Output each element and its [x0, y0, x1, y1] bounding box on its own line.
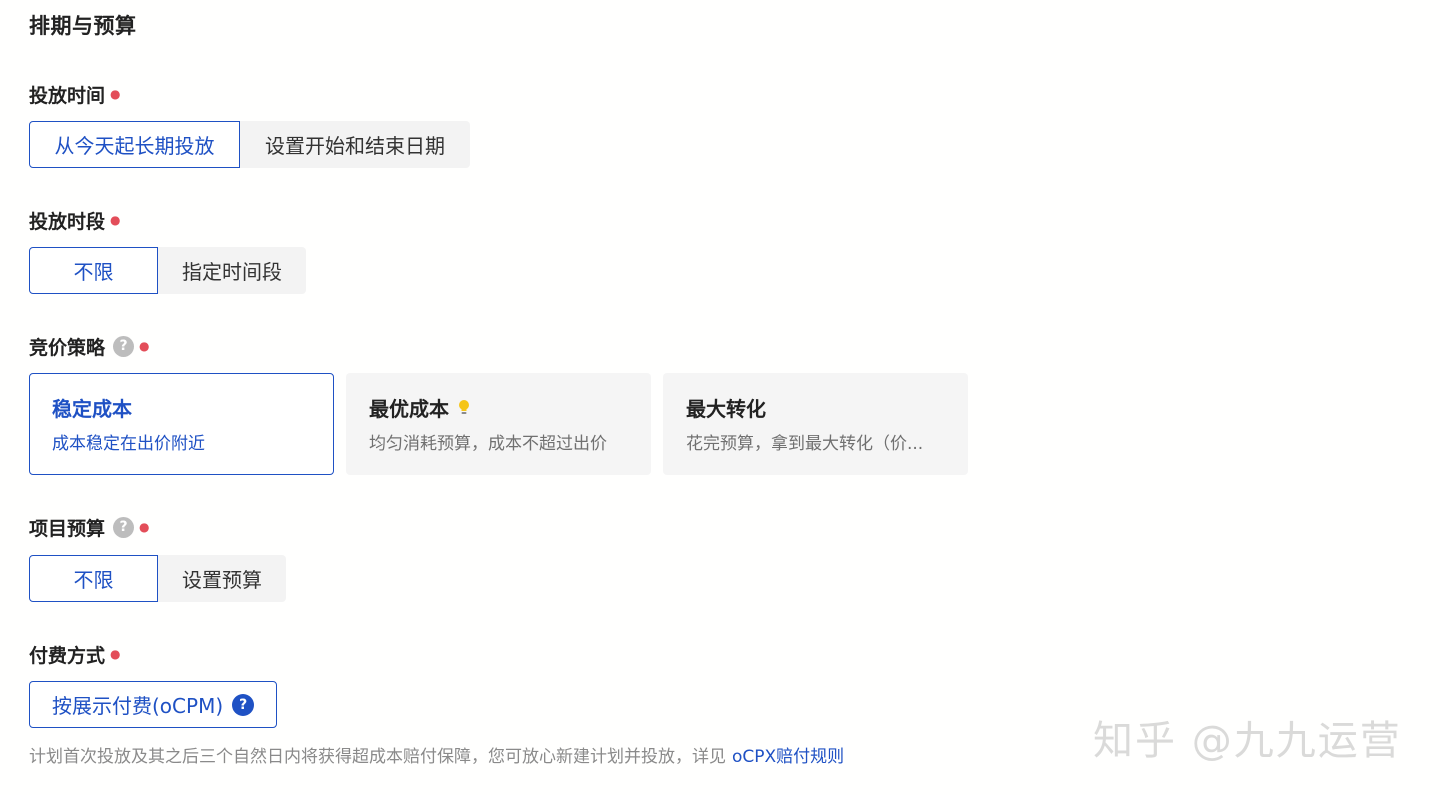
watermark: 知乎 @九九运营: [1093, 718, 1402, 764]
bid-card-stable-cost[interactable]: 稳定成本 成本稳定在出价附近: [29, 373, 334, 475]
payment-label-text: 付费方式: [29, 644, 106, 667]
required-dot: ●: [110, 213, 121, 227]
compensation-note: 计划首次投放及其之后三个自然日内将获得超成本赔付保障，您可放心新建计划并投放，详…: [29, 742, 844, 767]
required-dot: ●: [110, 647, 121, 661]
schedule-label: 投放时间 ●: [29, 81, 121, 107]
required-dot: ●: [110, 87, 121, 101]
time-slot-option-specific[interactable]: 指定时间段: [158, 247, 306, 294]
bid-card-title: 最大转化: [686, 393, 945, 421]
budget-option-set[interactable]: 设置预算: [158, 555, 286, 602]
payment-label: 付费方式 ●: [29, 641, 121, 667]
compensation-note-text: 计划首次投放及其之后三个自然日内将获得超成本赔付保障，您可放心新建计划并投放，详…: [29, 747, 726, 767]
question-icon[interactable]: ?: [113, 335, 135, 357]
budget-segmented: 不限 设置预算: [29, 555, 286, 602]
question-icon[interactable]: ?: [113, 516, 135, 538]
ocpx-rules-link[interactable]: oCPX赔付规则: [732, 747, 844, 767]
bid-card-optimal-cost[interactable]: 最优成本 均匀消耗预算，成本不超过出价: [346, 373, 651, 475]
budget-label-text: 项目预算: [29, 517, 106, 540]
bid-card-title-text: 最大转化: [686, 396, 766, 421]
schedule-option-long-term[interactable]: 从今天起长期投放: [29, 121, 240, 168]
schedule-option-date-range[interactable]: 设置开始和结束日期: [240, 121, 470, 168]
bid-strategy-label-text: 竞价策略: [29, 336, 106, 359]
bid-card-max-conversion[interactable]: 最大转化 花完预算，拿到最大转化（价...: [663, 373, 968, 475]
section-title: 排期与预算: [29, 14, 137, 38]
budget-label: 项目预算 ? ●: [29, 514, 150, 540]
payment-button-label: 按展示付费(oCPM): [52, 694, 224, 718]
time-slot-segmented: 不限 指定时间段: [29, 247, 306, 294]
bid-card-title-text: 最优成本: [369, 396, 449, 421]
bid-card-desc: 均匀消耗预算，成本不超过出价: [369, 434, 607, 454]
time-slot-label-text: 投放时段: [29, 210, 106, 233]
bid-card-desc: 花完预算，拿到最大转化（价...: [686, 434, 924, 454]
bid-card-title: 最优成本: [369, 393, 628, 421]
schedule-label-text: 投放时间: [29, 84, 106, 107]
bid-card-desc: 成本稳定在出价附近: [52, 434, 205, 454]
bid-card-title-text: 稳定成本: [52, 396, 132, 421]
required-dot: ●: [139, 339, 150, 353]
lightbulb-icon: [459, 400, 469, 414]
bid-card-title: 稳定成本: [52, 393, 311, 421]
time-slot-label: 投放时段 ●: [29, 207, 121, 233]
schedule-segmented: 从今天起长期投放 设置开始和结束日期: [29, 121, 470, 168]
budget-option-unlimited[interactable]: 不限: [29, 555, 158, 602]
time-slot-option-unlimited[interactable]: 不限: [29, 247, 158, 294]
bid-strategy-cards: 稳定成本 成本稳定在出价附近 最优成本 均匀消耗预算，成本不超过出价 最大转化 …: [29, 373, 968, 475]
question-icon[interactable]: ?: [232, 693, 255, 716]
bid-strategy-label: 竞价策略 ? ●: [29, 333, 150, 359]
payment-ocpm-button[interactable]: 按展示付费(oCPM) ?: [29, 681, 278, 728]
required-dot: ●: [139, 520, 150, 534]
